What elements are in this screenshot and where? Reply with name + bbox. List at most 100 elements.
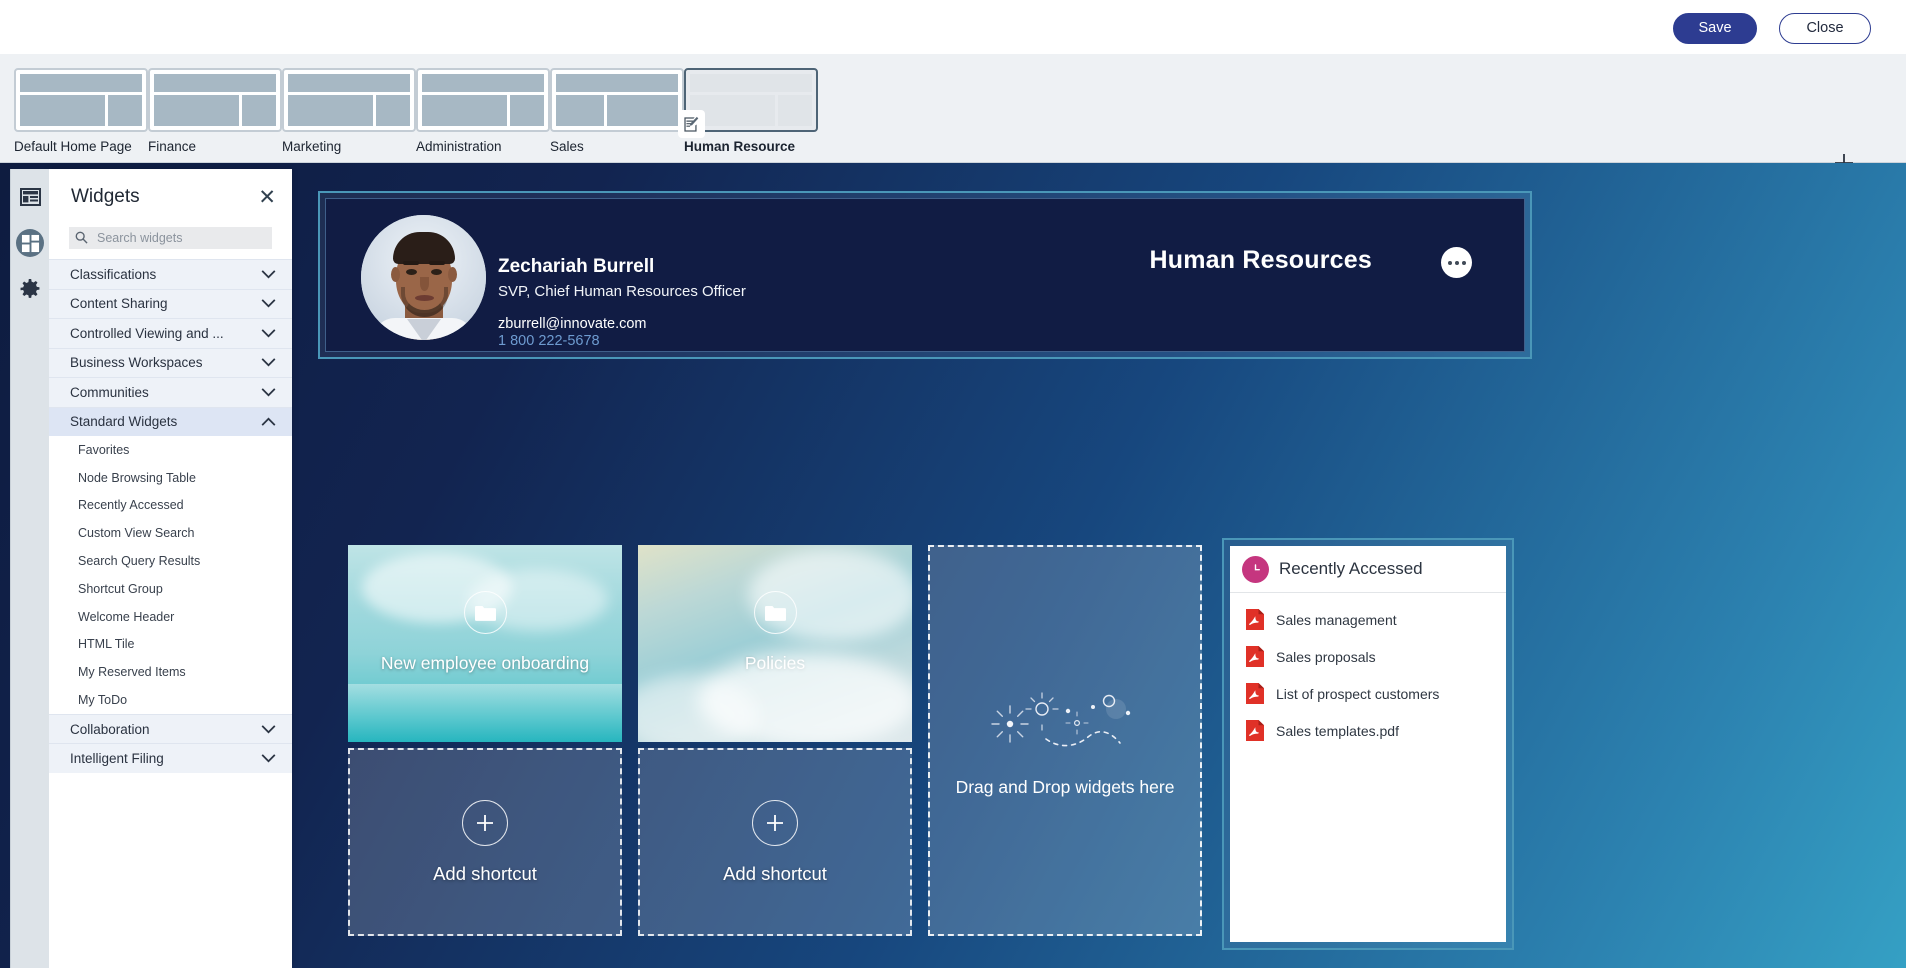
- widget-category-business-workspaces[interactable]: Business Workspaces: [49, 347, 292, 377]
- close-button[interactable]: Close: [1779, 13, 1871, 44]
- sparkle-trail-icon: [980, 683, 1150, 753]
- widget-category-intelligent-filing[interactable]: Intelligent Filing: [49, 743, 292, 773]
- person-role: SVP, Chief Human Resources Officer: [498, 283, 746, 300]
- chevron-down-icon: [261, 388, 276, 397]
- widget-item-welcome-header[interactable]: Welcome Header: [49, 602, 292, 631]
- recently-accessed-header: Recently Accessed: [1230, 546, 1506, 593]
- page-title: Human Resources: [1149, 246, 1372, 274]
- chevron-up-icon: [261, 417, 276, 426]
- widget-category-classifications[interactable]: Classifications: [49, 259, 292, 289]
- layout-tab-label: Sales: [550, 139, 584, 154]
- widget-category-content-sharing[interactable]: Content Sharing: [49, 288, 292, 318]
- add-shortcut-tile-1[interactable]: Add shortcut: [348, 748, 622, 936]
- widget-category-standard-widgets[interactable]: Standard Widgets: [49, 406, 292, 436]
- category-label: Intelligent Filing: [70, 751, 164, 767]
- widget-item-label: HTML Tile: [78, 637, 135, 652]
- category-label: Content Sharing: [70, 296, 168, 312]
- widget-item-label: Search Query Results: [78, 554, 201, 569]
- search-input[interactable]: [95, 227, 290, 249]
- layout-tab-label: Default Home Page: [14, 139, 132, 154]
- pdf-icon: [1246, 720, 1264, 741]
- plus-icon: [462, 799, 508, 846]
- layout-tab-administration[interactable]: Administration: [416, 68, 550, 154]
- shortcut-tile-onboarding[interactable]: New employee onboarding: [348, 545, 622, 742]
- widget-item-search-query-results[interactable]: Search Query Results: [49, 547, 292, 575]
- layout-tab-label: Marketing: [282, 139, 342, 154]
- widget-item-html-tile[interactable]: HTML Tile: [49, 630, 292, 659]
- layout-tab-default-home-page[interactable]: Default Home Page: [14, 68, 148, 154]
- layout-tab-human-resource[interactable]: Human Resource: [678, 68, 818, 154]
- layout-thumbnail: [550, 68, 684, 132]
- category-label: Collaboration: [70, 721, 150, 737]
- page-canvas: Widgets ✕ Classifications Content Sharin…: [0, 163, 1906, 968]
- layout-thumbnail: [282, 68, 416, 132]
- widgets-grid-icon[interactable]: [16, 229, 44, 257]
- list-item-label: Sales management: [1276, 611, 1397, 628]
- close-icon[interactable]: ✕: [258, 187, 276, 208]
- search-icon: [75, 231, 88, 244]
- layout-thumbnail: [148, 68, 282, 132]
- layout-tab-finance[interactable]: Finance: [148, 68, 282, 154]
- person-phone[interactable]: 1 800 222-5678: [498, 333, 600, 349]
- category-label: Communities: [70, 384, 149, 400]
- widget-item-my-reserved-items[interactable]: My Reserved Items: [49, 658, 292, 687]
- layout-tab-sales[interactable]: Sales: [550, 68, 684, 154]
- person-name: Zechariah Burrell: [498, 256, 655, 277]
- layout-thumbnail: [678, 68, 818, 138]
- widget-category-collaboration[interactable]: Collaboration: [49, 713, 292, 744]
- widget-item-favorites[interactable]: Favorites: [49, 436, 292, 464]
- recently-accessed-widget[interactable]: Recently Accessed Sales management Sales…: [1222, 538, 1514, 950]
- list-item-label: List of prospect customers: [1276, 685, 1440, 702]
- widgets-drawer-header: Widgets ✕: [49, 169, 292, 225]
- list-item-label: Sales templates.pdf: [1276, 722, 1399, 739]
- gear-icon[interactable]: [16, 275, 44, 303]
- pdf-icon: [1246, 646, 1264, 667]
- category-label: Business Workspaces: [70, 355, 203, 371]
- list-item[interactable]: Sales templates.pdf: [1230, 712, 1506, 749]
- widget-item-recently-accessed[interactable]: Recently Accessed: [49, 491, 292, 520]
- list-item[interactable]: Sales proposals: [1230, 638, 1506, 675]
- widgets-drawer: Widgets ✕ Classifications Content Sharin…: [49, 169, 292, 968]
- pdf-icon: [1246, 609, 1264, 630]
- edit-document-icon: [678, 110, 705, 138]
- search-widgets-field[interactable]: [69, 227, 290, 249]
- widget-category-communities[interactable]: Communities: [49, 377, 292, 407]
- editor-icon-rail: [10, 169, 49, 968]
- chevron-down-icon: [261, 329, 276, 338]
- recently-accessed-title: Recently Accessed: [1279, 559, 1423, 578]
- widget-category-controlled-viewing[interactable]: Controlled Viewing and ...: [49, 318, 292, 348]
- clock-icon: [1242, 555, 1269, 583]
- widgets-drawer-title: Widgets: [71, 186, 140, 207]
- chevron-down-icon: [261, 358, 276, 367]
- widget-item-my-todo[interactable]: My ToDo: [49, 686, 292, 714]
- category-label: Standard Widgets: [70, 414, 178, 430]
- shortcut-tile-policies[interactable]: Policies: [638, 545, 912, 742]
- category-label: Classifications: [70, 266, 157, 282]
- layout-thumbnail: [14, 68, 148, 132]
- layout-tab-label: Administration: [416, 139, 502, 154]
- more-options-icon[interactable]: [1441, 247, 1472, 278]
- list-item[interactable]: List of prospect customers: [1230, 675, 1506, 712]
- widget-item-shortcut-group[interactable]: Shortcut Group: [49, 574, 292, 603]
- add-shortcut-tile-2[interactable]: Add shortcut: [638, 748, 912, 936]
- layout-panel-icon[interactable]: [16, 183, 44, 211]
- person-email[interactable]: zburrell@innovate.com: [498, 316, 647, 332]
- list-item-label: Sales proposals: [1276, 648, 1376, 665]
- recently-accessed-list: Sales management Sales proposals List of…: [1230, 593, 1506, 749]
- layout-tab-marketing[interactable]: Marketing: [282, 68, 416, 154]
- dropzone-label: Drag and Drop widgets here: [955, 777, 1175, 797]
- welcome-header-widget[interactable]: Zechariah Burrell SVP, Chief Human Resou…: [318, 191, 1532, 359]
- widget-category-list: Classifications Content Sharing Controll…: [49, 259, 292, 968]
- shortcut-tile-label: New employee onboarding: [380, 653, 590, 673]
- widget-item-label: Shortcut Group: [78, 581, 163, 596]
- widget-dropzone[interactable]: Drag and Drop widgets here: [928, 545, 1202, 936]
- chevron-down-icon: [261, 270, 276, 279]
- widget-item-node-browsing-table[interactable]: Node Browsing Table: [49, 463, 292, 492]
- list-item[interactable]: Sales management: [1230, 601, 1506, 638]
- chevron-down-icon: [261, 724, 276, 734]
- widget-item-custom-view-search[interactable]: Custom View Search: [49, 519, 292, 548]
- widget-item-label: Node Browsing Table: [78, 470, 196, 485]
- widget-item-label: Favorites: [78, 442, 130, 457]
- save-button[interactable]: Save: [1673, 13, 1757, 44]
- layout-tab-label: Human Resource: [684, 139, 796, 154]
